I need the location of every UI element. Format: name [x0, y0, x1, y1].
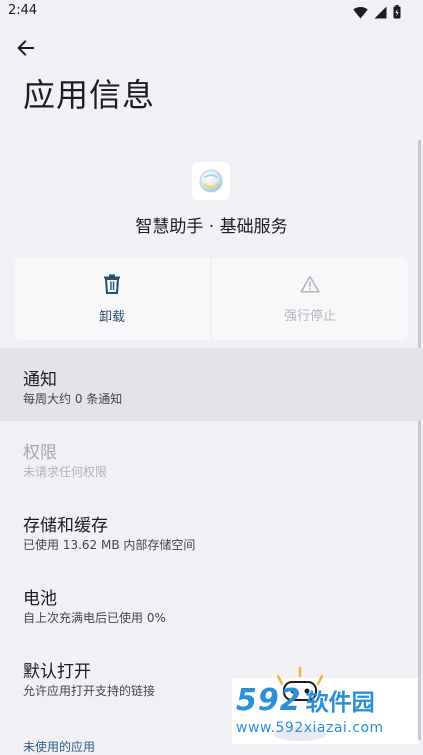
item-subtitle: 自上次充满电后已使用 0% — [23, 611, 166, 625]
list-item-battery[interactable]: 电池 自上次充满电后已使用 0% — [0, 567, 423, 640]
watermark-number: 592 — [236, 683, 302, 718]
battery-icon — [393, 4, 401, 23]
app-name: 智慧助手 · 基础服务 — [135, 217, 288, 237]
app-icon — [192, 162, 230, 200]
action-row: 卸载 强行停止 — [14, 258, 408, 340]
back-button[interactable] — [12, 36, 40, 64]
page-title: 应用信息 — [23, 76, 156, 114]
list-item-notifications[interactable]: 通知 每周大约 0 条通知 — [0, 348, 423, 421]
watermark-logo: 592 软件园 — [236, 683, 375, 718]
list-item-storage[interactable]: 存储和缓存 已使用 13.62 MB 内部存储空间 — [0, 494, 423, 567]
uninstall-label: 卸载 — [98, 309, 125, 325]
arrow-left-icon — [17, 39, 35, 61]
item-subtitle: 每周大约 0 条通知 — [23, 392, 123, 406]
item-subtitle: 已使用 13.62 MB 内部存储空间 — [23, 538, 196, 552]
signal-icon — [374, 4, 387, 23]
item-title: 电池 — [23, 589, 57, 609]
list-item-permissions: 权限 未请求任何权限 — [0, 421, 423, 494]
uninstall-button[interactable]: 卸载 — [14, 258, 210, 340]
status-bar: 2:44 — [0, 0, 423, 24]
item-title: 通知 — [23, 370, 57, 390]
warning-icon — [300, 275, 320, 297]
item-title: 权限 — [23, 443, 57, 463]
unused-apps-section-header: 未使用的应用 — [23, 740, 96, 754]
trash-icon — [103, 274, 121, 298]
watermark-url: www.592xiazai.com — [236, 720, 384, 736]
item-subtitle: 未请求任何权限 — [23, 465, 108, 479]
force-stop-label: 强行停止 — [283, 308, 336, 324]
wifi-icon — [353, 4, 368, 23]
watermark-name: 软件园 — [305, 690, 375, 716]
item-title: 默认打开 — [23, 662, 91, 682]
item-title: 存储和缓存 — [23, 516, 108, 536]
status-time: 2:44 — [8, 3, 38, 18]
item-subtitle: 允许应用打开支持的链接 — [23, 684, 156, 698]
status-icons — [353, 4, 401, 23]
force-stop-button: 强行停止 — [212, 258, 408, 340]
